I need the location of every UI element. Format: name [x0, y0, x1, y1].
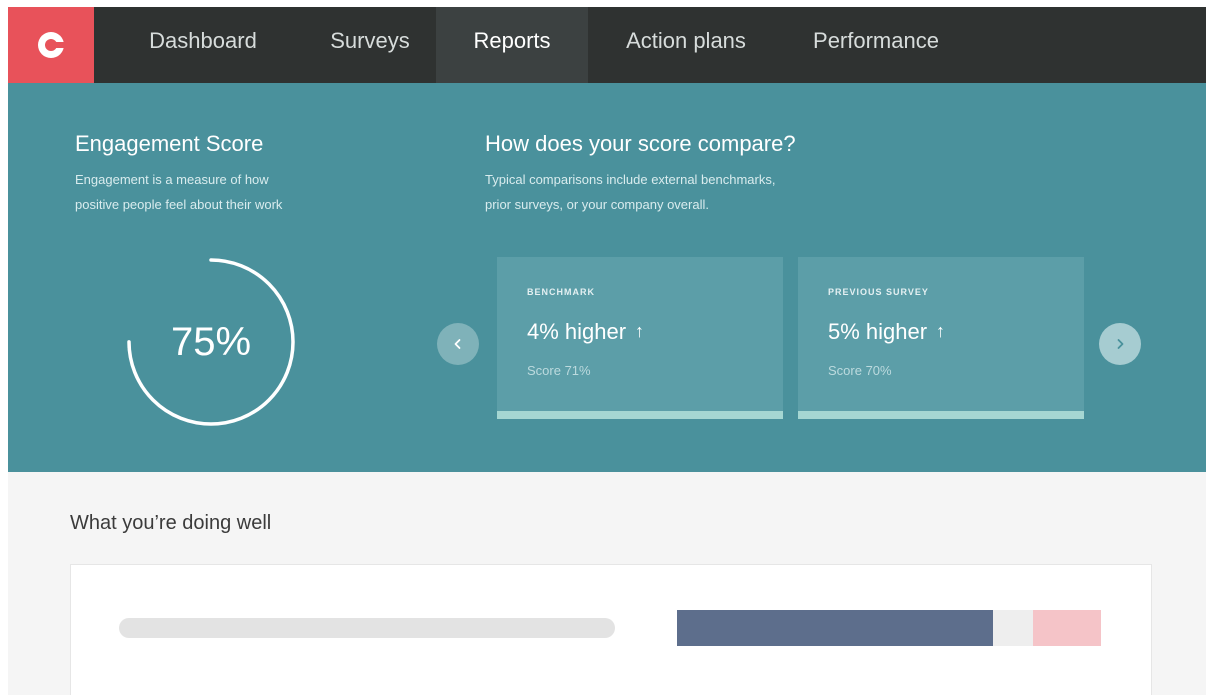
card-value: 5% higher: [828, 319, 928, 344]
chevron-right-icon: [1117, 339, 1124, 349]
engagement-description-line2: positive people feel about their work: [75, 197, 283, 212]
card-accent-bar: [798, 411, 1084, 419]
card-accent-bar: [497, 411, 783, 419]
card-label: PREVIOUS SURVEY: [828, 287, 929, 297]
negative-segment: [1033, 610, 1101, 646]
compare-description-line2: prior surveys, or your company overall.: [485, 197, 709, 212]
previous-survey-card[interactable]: PREVIOUS SURVEY 5% higher ↑ Score 70%: [798, 257, 1084, 419]
chevron-left-icon: [454, 339, 461, 349]
arrow-up-icon: ↑: [635, 321, 644, 341]
nav-action-plans[interactable]: Action plans: [606, 7, 766, 83]
compare-description-line1: Typical comparisons include external ben…: [485, 172, 776, 187]
nav-dashboard[interactable]: Dashboard: [135, 7, 271, 83]
distribution-bar: [677, 610, 1101, 646]
carousel-prev-button[interactable]: [437, 323, 479, 365]
nav-surveys[interactable]: Surveys: [315, 7, 425, 83]
carousel-next-button[interactable]: [1099, 323, 1141, 365]
doing-well-title: What you’re doing well: [70, 512, 272, 534]
compare-title: How does your score compare?: [485, 131, 796, 156]
app-frame: Dashboard Surveys Reports Action plans P…: [8, 7, 1206, 695]
top-navigation: Dashboard Surveys Reports Action plans P…: [8, 7, 1206, 83]
card-label: BENCHMARK: [527, 287, 595, 297]
card-score: Score 71%: [527, 363, 591, 378]
nav-performance[interactable]: Performance: [796, 7, 956, 83]
engagement-title: Engagement Score: [75, 131, 264, 156]
engagement-score-ring: 75%: [126, 257, 296, 427]
positive-segment: [677, 610, 993, 646]
nav-reports[interactable]: Reports: [436, 7, 588, 83]
card-value: 4% higher: [527, 319, 627, 344]
benchmark-card[interactable]: BENCHMARK 4% higher ↑ Score 71%: [497, 257, 783, 419]
card-score: Score 70%: [828, 363, 892, 378]
engagement-description-line1: Engagement is a measure of how: [75, 172, 269, 187]
arrow-up-icon: ↑: [936, 321, 945, 341]
doing-well-panel: [70, 564, 1152, 695]
neutral-segment: [992, 610, 1034, 646]
item-label-placeholder: [119, 618, 615, 638]
logo-icon: [38, 32, 65, 58]
logo-button[interactable]: [8, 7, 94, 83]
engagement-score-value: 75%: [170, 319, 252, 364]
engagement-hero: Engagement Score Engagement is a measure…: [8, 83, 1206, 472]
